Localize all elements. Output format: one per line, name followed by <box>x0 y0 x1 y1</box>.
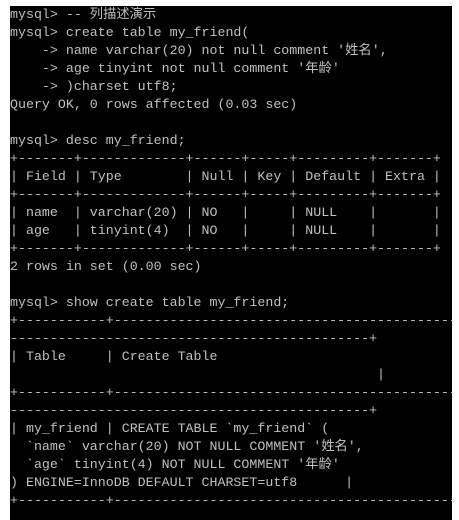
terminal-line: +-------+-------------+------+-----+----… <box>10 241 441 256</box>
terminal-line: mysql> show create table my_friend; <box>10 295 290 310</box>
terminal-window[interactable]: mysql> -- 列描述演示 mysql> create table my_fr… <box>10 6 452 520</box>
terminal-line: | name | varchar(20) | NO | | NULL | | <box>10 205 441 220</box>
terminal-line: 2 rows in set (0.00 sec) <box>10 259 202 274</box>
terminal-line: mysql> desc my_friend; <box>10 133 186 148</box>
terminal-line: mysql> create table my_friend( <box>10 25 250 40</box>
terminal-line: | Field | Type | Null | Key | Default | … <box>10 169 441 184</box>
terminal-line: +-----------+---------------------------… <box>10 493 452 508</box>
terminal-line: | my_friend | CREATE TABLE `my_friend` ( <box>10 421 330 436</box>
terminal-line: +-------+-------------+------+-----+----… <box>10 187 441 202</box>
terminal-line: ----------------------------------------… <box>10 331 378 346</box>
terminal-line: `name` varchar(20) NOT NULL COMMENT '姓名'… <box>10 439 364 454</box>
terminal-line: +-------+-------------+------+-----+----… <box>10 151 441 166</box>
terminal-line: Query OK, 0 rows affected (0.03 sec) <box>10 97 298 112</box>
terminal-output: mysql> -- 列描述演示 mysql> create table my_fr… <box>10 6 452 510</box>
terminal-line: +-----------+---------------------------… <box>10 385 452 400</box>
terminal-line: | age | tinyint(4) | NO | | NULL | | <box>10 223 441 238</box>
terminal-line: ----------------------------------------… <box>10 403 378 418</box>
terminal-line: mysql> -- 列描述演示 <box>10 7 157 22</box>
terminal-line: -> age tinyint not null comment '年龄' <box>10 61 340 76</box>
terminal-line: -> )charset utf8; <box>10 79 178 94</box>
terminal-line: `age` tinyint(4) NOT NULL COMMENT '年龄' <box>10 457 340 472</box>
terminal-line: -> name varchar(20) not null comment '姓名… <box>10 43 388 58</box>
terminal-line: +-----------+---------------------------… <box>10 313 452 328</box>
terminal-line: | <box>10 367 386 382</box>
terminal-line: | Table | Create Table <box>10 349 218 364</box>
terminal-line: ) ENGINE=InnoDB DEFAULT CHARSET=utf8 | <box>10 475 354 490</box>
